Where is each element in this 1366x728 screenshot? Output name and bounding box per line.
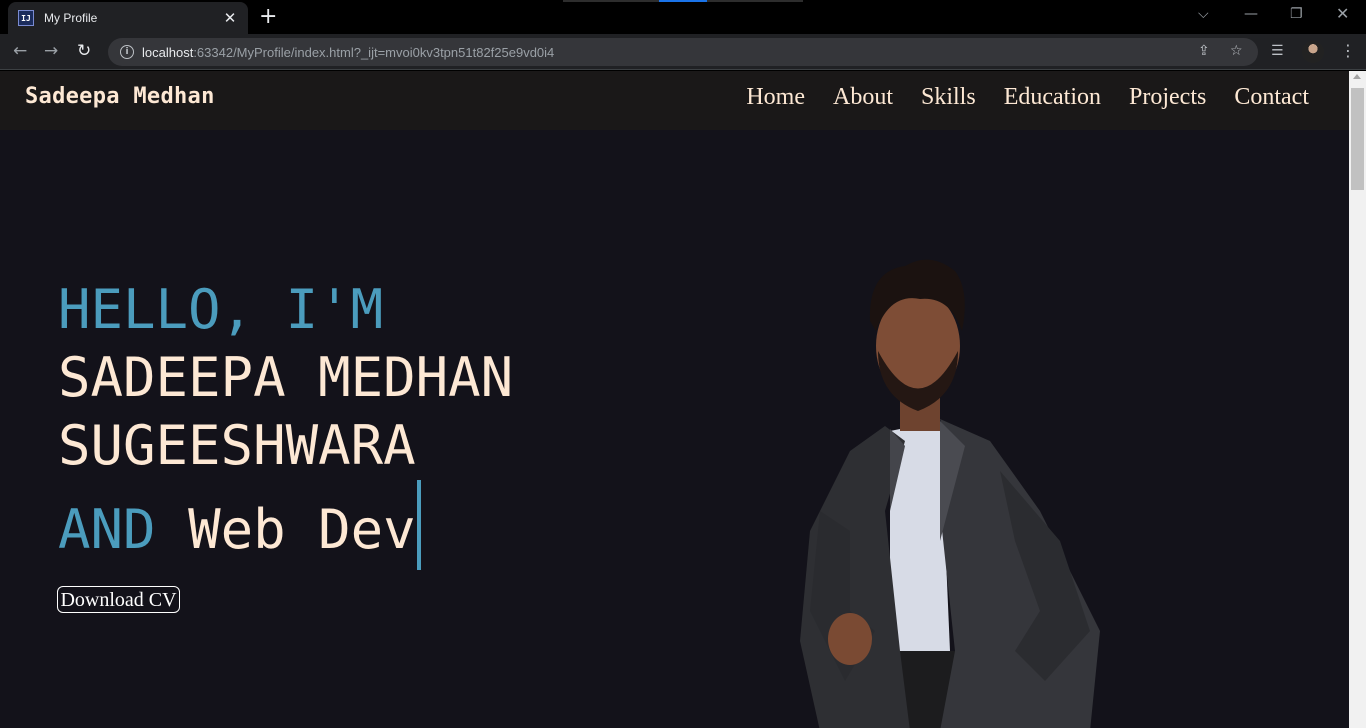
typing-cursor — [416, 480, 421, 570]
tab-strip-indicator — [563, 0, 803, 2]
intellij-favicon-icon: IJ — [18, 10, 34, 26]
nav-projects[interactable]: Projects — [1129, 84, 1206, 111]
site-info-icon[interactable]: i — [120, 45, 134, 59]
page-scrollbar[interactable] — [1349, 71, 1366, 728]
profile-avatar[interactable] — [1302, 41, 1324, 63]
profile-portrait — [800, 259, 1100, 728]
nav-home[interactable]: Home — [746, 84, 805, 111]
tab-title: My Profile — [44, 11, 98, 25]
browser-toolbar: ← → ↻ i localhost:63342/MyProfile/index.… — [0, 34, 1366, 70]
share-icon[interactable]: ⇪ — [1198, 43, 1210, 59]
reload-icon[interactable]: ↻ — [77, 41, 91, 61]
hero-name-line2: SUGEESHWARA — [58, 414, 416, 477]
back-arrow-icon[interactable]: ← — [13, 41, 27, 61]
forward-arrow-icon[interactable]: → — [44, 41, 58, 61]
nav-contact[interactable]: Contact — [1234, 84, 1309, 111]
browser-tab-bar: IJ My Profile ✕ + ⌵ — ❐ ✕ — [0, 0, 1366, 34]
minimize-window-icon[interactable]: — — [1244, 6, 1258, 22]
hero-greeting: HELLO, I'M — [58, 278, 384, 341]
close-tab-icon[interactable]: ✕ — [222, 9, 238, 27]
address-bar[interactable]: i localhost:63342/MyProfile/index.html?_… — [108, 38, 1258, 66]
hero-name-line1: SADEEPA MEDHAN — [58, 346, 514, 409]
bookmark-star-icon[interactable]: ☆ — [1230, 43, 1243, 59]
nav-about[interactable]: About — [833, 84, 893, 111]
site-header: Sadeepa Medhan Home About Skills Educati… — [0, 71, 1349, 130]
new-tab-plus-icon[interactable]: + — [259, 6, 277, 28]
hero-role-line: AND Web Dev — [58, 480, 513, 570]
menu-kebab-icon[interactable]: ⋮ — [1340, 41, 1356, 60]
scrollbar-thumb[interactable] — [1351, 88, 1364, 190]
hero-typed-role: Web Dev — [188, 498, 416, 561]
hero-text: HELLO, I'M SADEEPA MEDHAN SUGEESHWARA AN… — [58, 276, 513, 570]
reading-list-icon[interactable]: ☰ — [1271, 43, 1284, 59]
browser-tab[interactable]: IJ My Profile ✕ — [8, 2, 248, 34]
close-window-icon[interactable]: ✕ — [1336, 4, 1349, 23]
nav-education[interactable]: Education — [1004, 84, 1101, 111]
tab-search-chevron-icon[interactable]: ⌵ — [1198, 6, 1209, 22]
download-cv-button[interactable]: Download CV — [57, 586, 180, 613]
restore-window-icon[interactable]: ❐ — [1290, 6, 1303, 22]
page-viewport: Sadeepa Medhan Home About Skills Educati… — [0, 71, 1349, 728]
main-nav: Home About Skills Education Projects Con… — [746, 84, 1309, 111]
url-text[interactable]: localhost:63342/MyProfile/index.html?_ij… — [142, 45, 554, 60]
scroll-up-arrow-icon[interactable] — [1353, 74, 1361, 79]
site-brand[interactable]: Sadeepa Medhan — [25, 84, 215, 109]
hero-and-word: AND — [58, 498, 156, 561]
nav-skills[interactable]: Skills — [921, 84, 976, 111]
